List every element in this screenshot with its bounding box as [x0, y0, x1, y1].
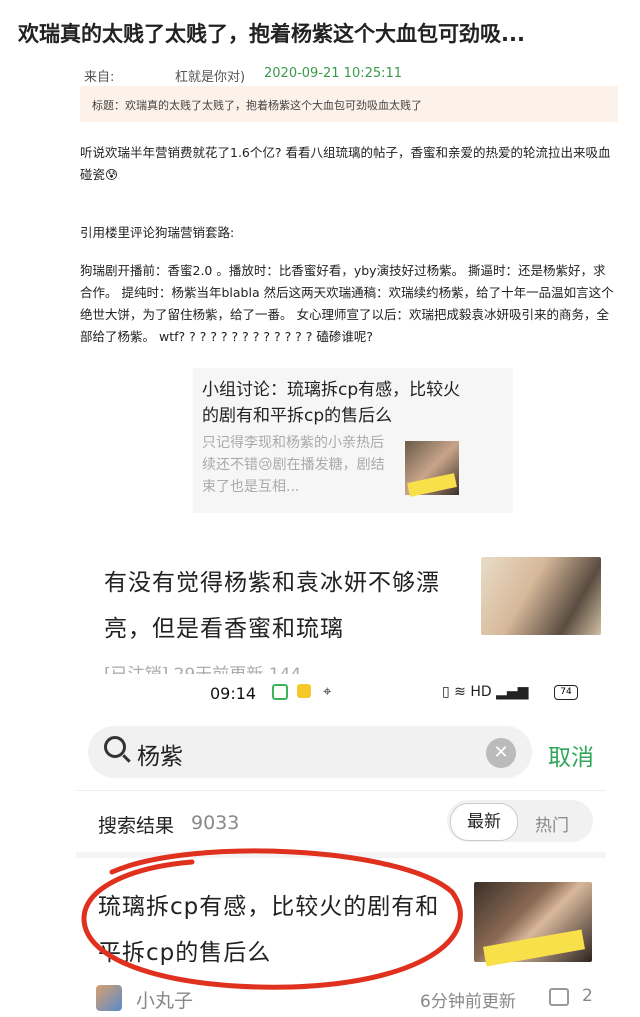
- message-notification-icon: [297, 684, 311, 698]
- result-author[interactable]: 小丸子: [136, 986, 193, 1013]
- post-paragraph-1: 听说欢瑞半年营销费就花了1.6个亿? 看看八组琉璃的帖子，香蜜和亲爱的热爱的轮流…: [80, 145, 611, 182]
- clear-icon[interactable]: ✕: [486, 738, 516, 768]
- embedded-card-title[interactable]: 小组讨论：琉璃拆cp有感，比较火的剧有和平拆cp的售后么: [202, 377, 472, 429]
- post-paragraph-3: 狗瑞剧开播前：香蜜2.0 。播放时：比香蜜好看，yby演技好过杨紫。 撕逼时：还…: [80, 263, 614, 344]
- sort-latest-button[interactable]: 最新: [450, 803, 518, 841]
- result-update-time: 6分钟前更新: [420, 992, 516, 1012]
- post-paragraph-2: 引用楼里评论狗瑞营销套路:: [80, 225, 235, 240]
- page-title: 欢瑞真的太贱了太贱了，抱着杨紫这个大血包可劲吸...: [18, 22, 525, 46]
- status-time: 09:14: [210, 684, 257, 703]
- cancel-button[interactable]: 取消: [548, 738, 594, 772]
- from-label: 来自:: [84, 70, 115, 85]
- results-label: 搜索结果: [98, 815, 175, 837]
- result-title[interactable]: 琉璃拆cp有感，比较火的剧有和平拆cp的售后么: [98, 884, 443, 976]
- title-box-text: 标题：欢瑞真的太贱了太贱了，抱着杨紫这个大血包可劲吸血太贱了: [92, 99, 422, 112]
- results-count: 9033: [191, 812, 240, 834]
- post-timestamp: 2020-09-21 10:25:11: [264, 66, 403, 81]
- divider: [76, 790, 606, 791]
- result-comment-count: 2: [582, 986, 593, 1006]
- screenshot-card-thumbnail: [481, 557, 601, 635]
- location-icon: ⌖: [323, 682, 332, 700]
- screenshot-card-footer: [已注销] 29天前更新 144: [104, 660, 604, 674]
- hd-label: HD: [470, 684, 492, 700]
- avatar[interactable]: [96, 985, 122, 1011]
- section-divider: [76, 852, 606, 858]
- battery-icon: 74: [554, 685, 578, 700]
- embedded-card-snippet: 只记得李现和杨紫的小亲热后续还不错😢剧在播发糖，剧结束了也是互相...: [202, 435, 385, 495]
- screenshot-card-title[interactable]: 有没有觉得杨紫和袁冰妍不够漂亮，但是看香蜜和琉璃: [104, 560, 464, 652]
- search-input[interactable]: 杨紫: [137, 737, 183, 771]
- sort-hot-button[interactable]: 热门: [535, 811, 569, 836]
- app-notification-icon: [272, 684, 288, 700]
- signal-status: ▯ ≋ HD ▂▄▆: [442, 684, 529, 700]
- comment-icon: [549, 988, 569, 1006]
- author-link[interactable]: 杠就是你对): [175, 66, 245, 85]
